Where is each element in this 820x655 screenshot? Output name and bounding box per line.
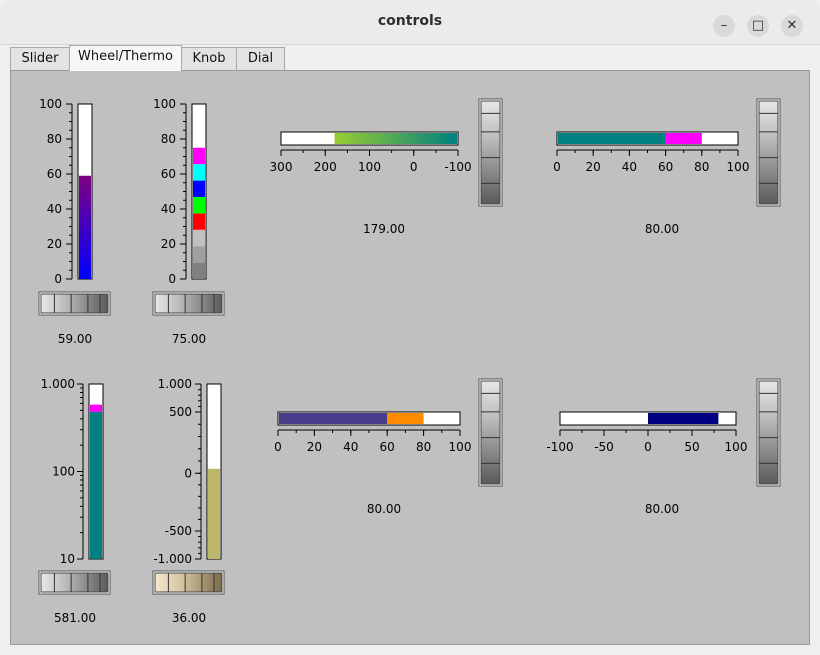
thermo-readout: 75.00 [172,332,206,346]
thermo-fill [79,175,91,279]
wheel[interactable] [480,380,501,485]
thermo-readout: 80.00 [367,502,401,516]
thermo-tick-label: 100 [153,97,176,111]
thermo-tick-label: 0 [54,272,62,286]
thermo-tick-label: 40 [343,440,358,454]
thermo-tick-label: -50 [594,440,614,454]
thermo-color-band [193,147,205,165]
thermo-tick-label: 80 [161,132,176,146]
thermo-color-band [193,164,205,181]
thermo-readout: 59.00 [58,332,92,346]
thermo-fill [334,133,457,144]
wheel[interactable] [154,293,223,314]
thermo-tick-label: 40 [161,202,176,216]
thermo-tick-label: -1.000 [153,552,192,566]
thermo-tick-label: 100 [358,160,381,174]
thermo-tick-label: 20 [586,160,601,174]
thermo-alarm-fill [387,413,424,424]
thermo-tick-label: 60 [380,440,395,454]
thermo-tick-label: 1.000 [158,377,192,391]
thermo-tick-label: 0 [644,440,652,454]
thermo-tick-label: 50 [684,440,699,454]
thermo-tick-label: 40 [622,160,637,174]
thermo-tick-label: -500 [165,524,192,538]
thermo-fill [90,411,102,559]
thermo-tick-label: 20 [307,440,322,454]
thermo-readout: 581.00 [54,611,96,625]
thermo-tick-label: 0 [410,160,418,174]
thermo-readout: 80.00 [645,502,679,516]
thermo-tick-label: 60 [161,167,176,181]
wheel[interactable] [154,572,223,593]
thermo-tick-label: 80 [47,132,62,146]
thermo-tick-label: 300 [270,160,293,174]
thermo-tick-label: 500 [169,405,192,419]
wheel[interactable] [40,572,109,593]
thermo-tick-label: 100 [39,97,62,111]
thermo-tick-label: 0 [184,466,192,480]
thermo-color-band [193,246,205,263]
wheel[interactable] [758,100,779,205]
thermo-tick-label: 100 [449,440,472,454]
thermo-tick-label: 10 [60,552,75,566]
thermo-tick-label: 20 [47,237,62,251]
thermo-alarm-fill [665,133,702,144]
thermo-tick-label: 20 [161,237,176,251]
thermo-tick-label: -100 [546,440,573,454]
thermo-tick-label: 100 [52,465,75,479]
thermo-fill [279,413,388,424]
thermo-tick-label: 60 [658,160,673,174]
thermo-tick-label: 80 [416,440,431,454]
thermo-tick-label: 60 [47,167,62,181]
thermo-tick-label: 0 [168,272,176,286]
thermo-color-band [193,262,205,279]
thermo-readout: 36.00 [172,611,206,625]
wheel[interactable] [40,293,109,314]
thermo-color-band [193,213,205,230]
thermo-tick-label: 80 [694,160,709,174]
thermo-readout: 80.00 [645,222,679,236]
thermo-color-band [193,229,205,247]
thermo-alarm-fill [90,404,102,412]
thermo-tick-label: 100 [727,160,750,174]
thermo-tick-label: -100 [444,160,471,174]
wheel[interactable] [480,100,501,205]
app-window: controls – □ ✕ Slider Wheel/Thermo Knob … [0,0,820,655]
thermo-fill [648,413,719,424]
thermo-readout: 179.00 [363,222,405,236]
thermo-color-band [193,196,205,214]
thermo-color-band [193,180,205,197]
thermo-tick-label: 1.000 [41,377,75,391]
thermo-fill [558,133,666,144]
thermo-tick-label: 0 [274,440,282,454]
wheel[interactable] [758,380,779,485]
thermo-fill [208,468,220,559]
thermo-tick-label: 0 [553,160,561,174]
thermo-tick-label: 100 [725,440,748,454]
thermo-tick-label: 200 [314,160,337,174]
thermo-tick-label: 40 [47,202,62,216]
controls-canvas: 10080604020059.0010080604020075.00300 200… [38,97,781,625]
tab-wheel-thermo[interactable]: Wheel/Thermo [69,45,182,71]
